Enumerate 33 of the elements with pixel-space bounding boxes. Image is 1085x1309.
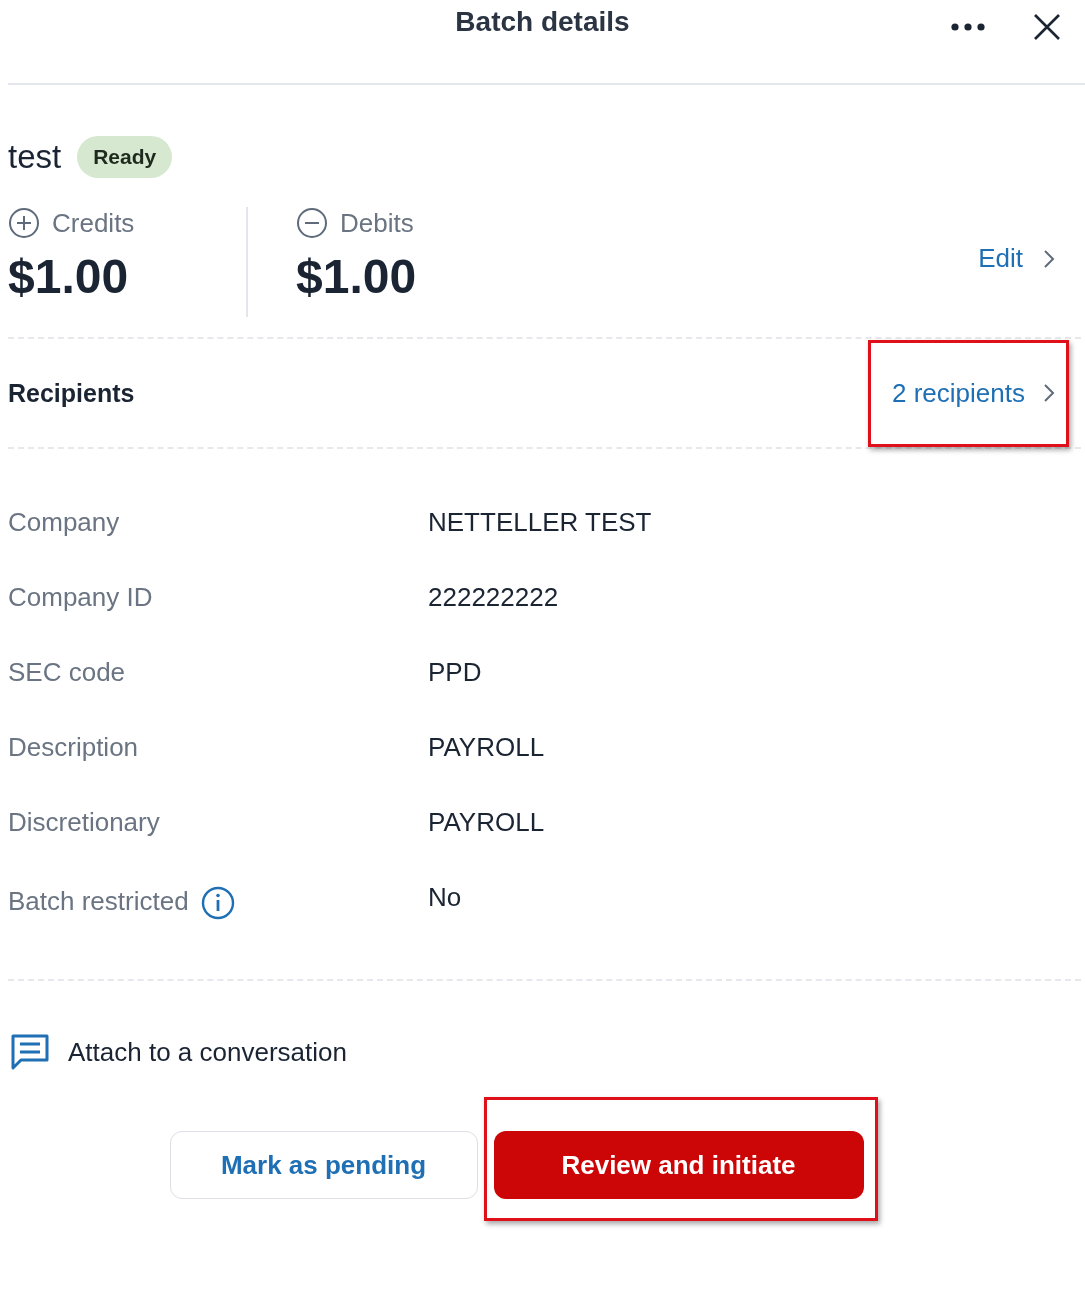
- field-label: Batch restricted: [8, 886, 189, 917]
- review-button[interactable]: Review and initiate: [493, 1131, 864, 1199]
- section-label: Recipients: [8, 378, 135, 408]
- panel-title: Batch details: [455, 6, 630, 38]
- field-value: PPD: [428, 657, 483, 689]
- total-label: Credits: [52, 207, 135, 239]
- close-icon[interactable]: [1033, 13, 1061, 41]
- field-value: No: [428, 882, 463, 914]
- field-label: SEC code: [8, 657, 126, 688]
- minus-circle-icon: [296, 207, 328, 239]
- field-label: Discretionary: [8, 807, 160, 838]
- status-badge: Ready: [77, 136, 173, 178]
- edit-link[interactable]: Edit: [978, 243, 1055, 274]
- field-value: NETTELLER TEST: [428, 507, 653, 539]
- total-label: Debits: [340, 207, 414, 239]
- total-amount: $1.00: [296, 249, 418, 304]
- field-value: PAYROLL: [428, 807, 546, 839]
- recipients-link[interactable]: 2 recipients: [892, 377, 1055, 409]
- info-icon[interactable]: [200, 886, 235, 920]
- batch-name: test: [8, 138, 62, 176]
- total-amount: $1.00: [8, 249, 130, 304]
- field-label: Description: [8, 732, 139, 763]
- pending-button[interactable]: Mark as pending: [169, 1131, 478, 1199]
- more-icon[interactable]: [951, 23, 985, 31]
- field-label: Company: [8, 507, 120, 538]
- chevron-icon: [1043, 383, 1055, 403]
- field-label: Company ID: [8, 582, 153, 613]
- chevron-icon: [1043, 248, 1055, 269]
- field-value: 222222222: [428, 582, 560, 614]
- plus-circle-icon: [8, 207, 40, 239]
- field-value: PAYROLL: [428, 732, 546, 764]
- attach-link[interactable]: Attach to a conversation: [68, 1036, 347, 1068]
- chat-icon[interactable]: [10, 1033, 50, 1071]
